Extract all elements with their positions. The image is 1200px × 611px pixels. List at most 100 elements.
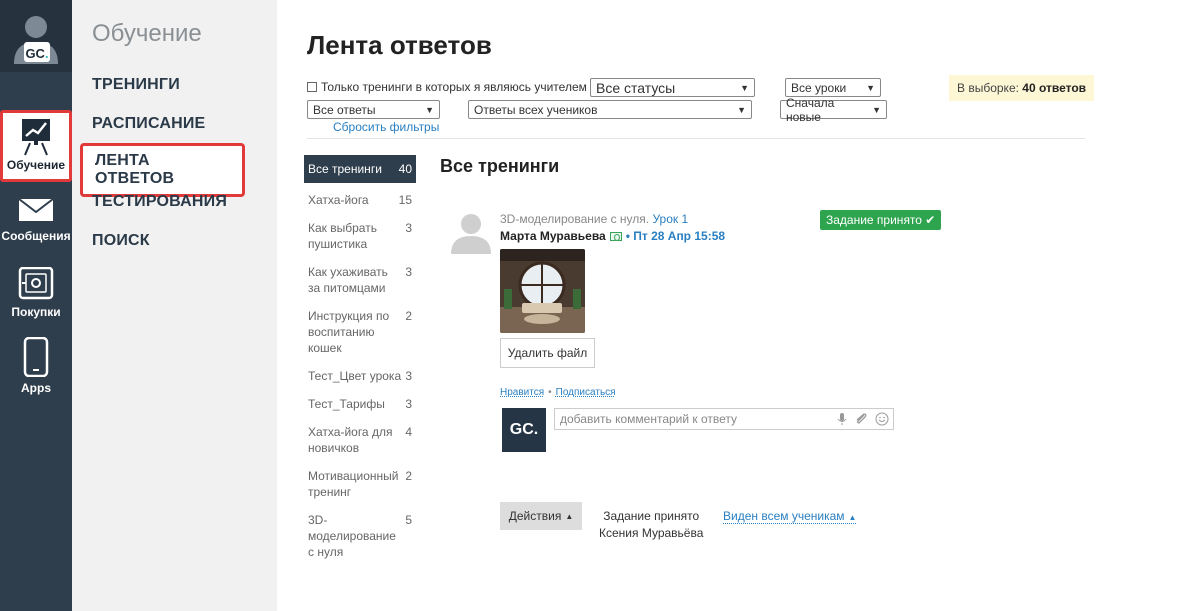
list-item[interactable]: Как ухаживать за питомцами 3 [304, 261, 416, 299]
caret-up-icon: ▲ [848, 513, 857, 522]
user-avatar-icon: GC. [14, 16, 58, 64]
svg-text:GC.: GC. [25, 46, 48, 61]
status-line: Задание принято [603, 509, 700, 523]
results-count-value: 40 ответов [1022, 81, 1087, 95]
comment-tools [837, 412, 889, 426]
room-render-thumbnail [500, 249, 585, 333]
entry-author: Марта Муравьева • Пт 28 Апр 15:58 [500, 229, 725, 243]
sort-select-value: Сначала новые [786, 95, 835, 124]
students-select[interactable]: Ответы всех учеников ▼ [468, 100, 752, 119]
reset-filters-link[interactable]: Сбросить фильтры [333, 120, 439, 134]
rail-item-label: Apps [21, 381, 51, 395]
training-item-all[interactable]: Все тренинги 40 [304, 155, 416, 183]
nav-item-tests[interactable]: ТЕСТИРОВАНИЯ [92, 193, 227, 211]
icon-rail: GC. Обучение Сообщения Покупки Apps [0, 0, 72, 611]
chevron-down-icon: ▼ [740, 82, 749, 93]
results-count-label: В выборке: [957, 81, 1019, 95]
training-count: 2 [405, 469, 412, 483]
rail-item-messages[interactable]: Сообщения [0, 198, 72, 243]
emoji-icon[interactable] [875, 412, 889, 426]
answers-select[interactable]: Все ответы ▼ [307, 100, 440, 119]
microphone-icon[interactable] [837, 412, 847, 426]
results-count: В выборке: 40 ответов [949, 75, 1095, 101]
chevron-down-icon: ▼ [866, 82, 875, 93]
phone-icon [23, 336, 49, 378]
subscribe-link[interactable]: Подписаться [556, 387, 616, 398]
section-nav: Обучение ТРЕНИНГИ РАСПИСАНИЕ ЛЕНТА ОТВЕТ… [72, 0, 277, 611]
actions-button[interactable]: Действия ▲ [500, 502, 582, 530]
attached-image[interactable] [500, 249, 585, 333]
training-name: Все тренинги [308, 162, 382, 176]
entry-date[interactable]: • Пт 28 Апр 15:58 [626, 229, 725, 243]
caret-up-icon: ▲ [565, 511, 574, 521]
nav-title: Обучение [92, 20, 202, 47]
answers-select-value: Все ответы [313, 102, 376, 117]
chevron-down-icon: ▼ [872, 104, 881, 115]
lesson-link[interactable]: Урок 1 [652, 212, 688, 226]
sort-select[interactable]: Сначала новые ▼ [780, 96, 887, 124]
training-name: Как выбрать пушистика [308, 221, 377, 251]
paperclip-icon[interactable] [854, 412, 868, 426]
training-count: 40 [398, 162, 412, 176]
lessons-select[interactable]: Все уроки ▼ [785, 78, 881, 97]
list-item[interactable]: Тест_Тарифы 3 [304, 393, 416, 415]
training-count: 5 [405, 513, 412, 527]
author-name[interactable]: Марта Муравьева [500, 229, 606, 243]
entry-links: Нравится • Подписаться [500, 387, 616, 398]
list-item[interactable]: Тест_Цвет урока 3 [304, 365, 416, 387]
page-title: Лента ответов [307, 30, 492, 60]
rail-item-training[interactable]: Обучение [0, 110, 72, 182]
list-item[interactable]: Как выбрать пушистика 3 [304, 217, 416, 255]
nav-item-answers-feed[interactable]: ЛЕНТА ОТВЕТОВ [80, 143, 245, 197]
avatar-text: GC. [509, 421, 539, 438]
rail-item-label: Сообщения [1, 229, 71, 243]
course-name: 3D-моделирование с нуля. [500, 212, 650, 226]
training-name: Как ухаживать за питомцами [308, 265, 388, 295]
safe-icon [18, 266, 54, 300]
separator-dot: • [548, 387, 552, 398]
section-title: Все тренинги [440, 156, 560, 176]
training-name: Тест_Тарифы [308, 397, 385, 411]
training-count: 3 [405, 397, 412, 411]
status-select-value: Все статусы [596, 79, 676, 96]
rail-item-apps[interactable]: Apps [0, 336, 72, 395]
nav-item-trainings[interactable]: ТРЕНИНГИ [92, 76, 180, 94]
students-select-value: Ответы всех учеников [474, 102, 598, 117]
chevron-down-icon: ▼ [737, 104, 746, 115]
nav-item-search[interactable]: ПОИСК [92, 232, 150, 250]
entry-status: Задание принято Ксения Муравьёва [599, 508, 703, 542]
delete-file-button[interactable]: Удалить файл [500, 338, 595, 368]
teacher-only-checkbox[interactable]: Только тренинги в которых я являюсь учит… [307, 80, 587, 94]
user-avatar[interactable]: GC. [0, 0, 72, 72]
visibility-label: Виден всем ученикам [723, 509, 845, 523]
list-item[interactable]: Хатха-йога для новичков 4 [304, 421, 416, 459]
like-link[interactable]: Нравится [500, 387, 544, 398]
training-name: Хатха-йога для новичков [308, 425, 393, 455]
visibility-link[interactable]: Виден всем ученикам ▲ [723, 509, 857, 524]
main-content: Лента ответов Только тренинги в которых … [277, 0, 1200, 611]
status-reviewer: Ксения Муравьёва [599, 526, 704, 540]
training-count: 2 [405, 309, 412, 323]
checkbox-box[interactable] [307, 82, 317, 92]
list-item[interactable]: Хатха-йога 15 [304, 189, 416, 211]
training-count: 3 [405, 221, 412, 235]
training-name: Мотивационный тренинг [308, 469, 399, 499]
list-item[interactable]: Инструкция по воспитанию кошек 2 [304, 305, 416, 359]
nav-item-schedule[interactable]: РАСПИСАНИЕ [92, 115, 205, 133]
rail-item-label: Покупки [11, 305, 61, 319]
training-count: 3 [405, 265, 412, 279]
student-avatar-icon [451, 214, 491, 254]
training-count: 15 [398, 193, 412, 207]
training-name: 3D-моделирование с нуля [308, 513, 396, 559]
training-count: 4 [405, 425, 412, 439]
checkbox-label: Только тренинги в которых я являюсь учит… [321, 80, 587, 94]
money-icon [609, 231, 622, 241]
training-name: Инструкция по воспитанию кошек [308, 309, 390, 355]
entry-lesson: 3D-моделирование с нуля. Урок 1 [500, 212, 688, 226]
status-select[interactable]: Все статусы ▼ [590, 78, 755, 97]
envelope-icon [18, 198, 54, 221]
divider [307, 138, 1085, 139]
list-item[interactable]: Мотивационный тренинг 2 [304, 465, 416, 503]
list-item[interactable]: 3D-моделирование с нуля 5 [304, 509, 416, 563]
rail-item-purchases[interactable]: Покупки [0, 266, 72, 319]
